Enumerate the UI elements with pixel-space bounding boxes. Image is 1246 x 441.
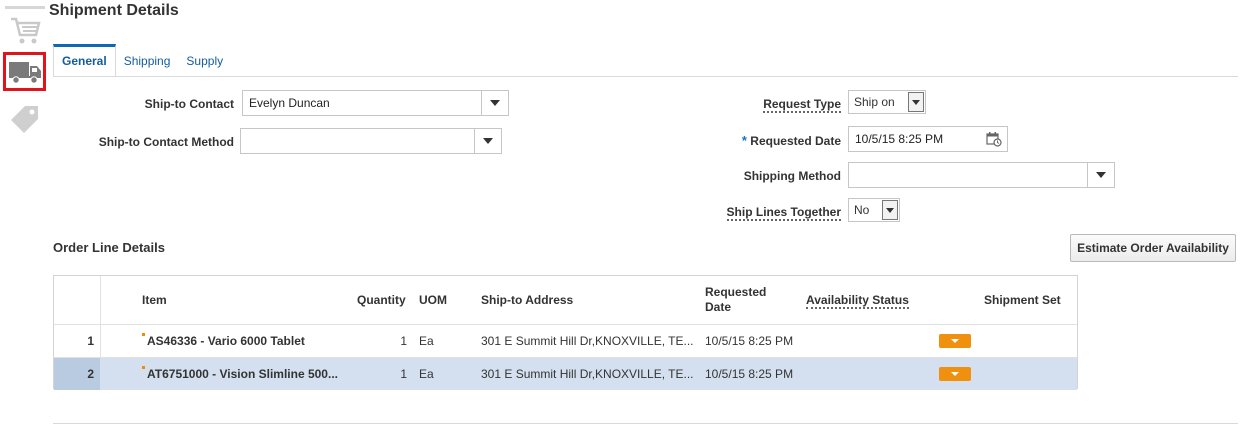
tab-supply[interactable]: Supply [178,44,231,77]
column-header-requested-date[interactable]: Requested Date [705,285,785,315]
column-header-availability-status[interactable]: Availability Status [806,293,909,309]
request-type-label-text: Request Type [763,97,841,113]
ship-to-contact-method-value[interactable] [241,129,474,153]
requested-date-value[interactable]: 10/5/15 8:25 PM [849,127,981,151]
tab-divider [53,76,1238,77]
ship-lines-together-value[interactable]: No [849,199,881,221]
request-type-select[interactable]: Ship on [848,90,926,114]
row-quantity: 1 [400,367,407,381]
table-row[interactable]: 2 AT6751000 - Vision Slimline 500... 1 E… [54,358,1077,390]
calendar-icon[interactable] [981,127,1007,151]
column-header-item[interactable]: Item [142,293,167,307]
page-title: Shipment Details [49,2,179,19]
tab-shipping[interactable]: Shipping [116,44,179,77]
ship-lines-together-select[interactable]: No [848,198,900,222]
chevron-down-icon[interactable] [882,200,898,220]
request-type-label: Request Type [660,97,841,113]
row-ship-to-address: 301 E Summit Hill Dr,KNOXVILLE, TE... [481,334,694,348]
chevron-down-icon[interactable] [1087,163,1114,187]
requested-date-label-text: Requested Date [750,134,841,148]
ship-to-contact-value[interactable]: Evelyn Duncan [243,91,481,115]
tab-general[interactable]: General [53,44,116,77]
required-indicator [142,333,145,336]
row-number: 1 [87,334,94,348]
ship-to-contact-combo[interactable]: Evelyn Duncan [242,90,509,116]
row-actions-dropdown-button[interactable] [939,367,971,381]
column-header-quantity[interactable]: Quantity [357,293,406,307]
ship-lines-together-label: Ship Lines Together [660,205,841,221]
chevron-down-icon[interactable] [481,91,508,115]
truck-icon[interactable] [3,52,46,91]
chevron-down-icon[interactable] [474,129,501,153]
row-requested-date: 10/5/15 8:25 PM [705,334,794,348]
chevron-down-icon [951,339,959,343]
column-header-shipment-set[interactable]: Shipment Set [984,293,1061,307]
ship-to-contact-method-label: Ship-to Contact Method [98,135,234,149]
row-uom: Ea [419,367,434,381]
order-lines-table: Item Quantity UOM Ship-to Address Reques… [53,275,1078,390]
row-item[interactable]: AT6751000 - Vision Slimline 500... [147,358,343,390]
chevron-down-icon[interactable] [908,92,924,112]
estimate-order-availability-button[interactable]: Estimate Order Availability [1070,234,1236,262]
order-line-details-heading: Order Line Details [53,240,165,255]
chevron-down-icon [951,372,959,376]
row-quantity: 1 [400,334,407,348]
price-tag-icon[interactable] [3,99,47,139]
shipping-method-label: Shipping Method [743,169,841,183]
requested-date-label: * Requested Date [660,133,841,148]
row-item[interactable]: AS46336 - Vario 6000 Tablet [147,325,343,357]
row-uom: Ea [419,334,434,348]
ship-to-contact-method-select[interactable] [240,128,502,154]
rail-divider [5,6,45,9]
request-type-value[interactable]: Ship on [849,91,907,113]
row-number: 2 [54,358,100,390]
column-header-ship-to-address[interactable]: Ship-to Address [481,293,573,307]
requested-date-input[interactable]: 10/5/15 8:25 PM [848,126,1008,152]
table-row[interactable]: 1 AS46336 - Vario 6000 Tablet 1 Ea 301 E… [54,325,1077,357]
ship-lines-together-label-text: Ship Lines Together [726,205,841,221]
required-indicator [142,366,145,369]
footer-divider [53,423,1238,424]
shopping-cart-icon[interactable] [3,10,47,50]
row-requested-date: 10/5/15 8:25 PM [705,367,794,381]
shipping-method-value[interactable] [849,163,1087,187]
shipping-method-select[interactable] [848,162,1115,188]
ship-to-contact-label: Ship-to Contact [144,97,234,111]
column-header-uom[interactable]: UOM [419,293,447,307]
row-ship-to-address: 301 E Summit Hill Dr,KNOXVILLE, TE... [481,367,694,381]
tab-bar: General Shipping Supply [53,44,231,77]
required-asterisk: * [741,133,747,148]
row-actions-dropdown-button[interactable] [939,334,971,348]
